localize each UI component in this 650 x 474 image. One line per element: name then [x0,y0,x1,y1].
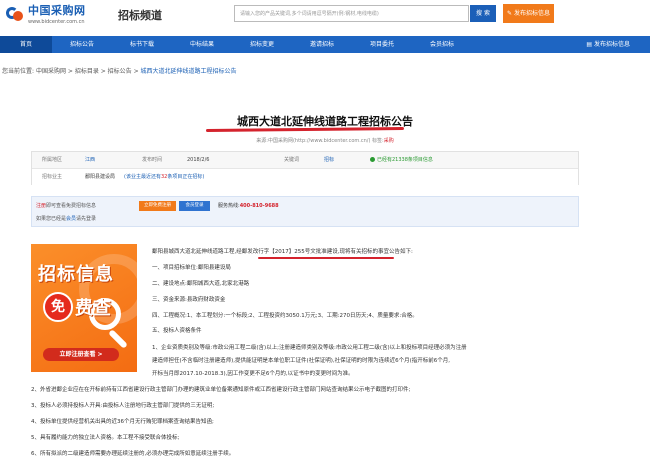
breadcrumb-prefix: 您当前位置: [2,68,35,75]
body-paragraph: 1、企业资质类别及等级:市政公用工程二级(含)以上;注册建造师类别及等级:市政公… [152,345,467,351]
nav-item-invite-tender[interactable]: 邀请招标 [292,36,352,53]
body-paragraph: 一、项目招标单位:鄱阳县建设局 [152,265,231,271]
body-paragraph: 开标当月即2017.10-2018.3),因工作变更不足6个月的,以证书中的变更… [152,371,354,377]
site-header: 中国采购网 www.bidcenter.com.cn 招标频道 请输入您的产品关… [0,0,650,32]
service-hotline: 服务热线:400-810-9688 [218,203,279,209]
nav-item-project-entrust[interactable]: 项目委托 [352,36,412,53]
search-input[interactable]: 请输入您的产品关键词,多个词请用逗号隔开(例:钢材,电线电缆) [234,5,469,22]
info-label-owner: 招标业主 [42,174,63,180]
banner-register-button[interactable]: 立即注册查看 > [43,348,119,361]
nav-item-tender-notice[interactable]: 招标公告 [52,36,112,53]
body-paragraph: 四、工程概况:1、本工程划分:一个标段;2、工程投资约3050.1万元;3、工期… [152,313,418,319]
breadcrumb-item[interactable]: 招标目录 [75,68,99,75]
member-login-prompt: 如果您已经是会员请先登录 [36,216,97,222]
breadcrumb-item[interactable]: 招标公告 [108,68,132,75]
info-row: 所属地区 江西 发布时间 2018/2/6 关键词 招标 已经有21338条项目… [32,152,578,169]
banner-subline: 费查 [75,298,111,319]
info-value-date: 2018/2/6 [187,157,210,163]
banner-free-badge: 免 [43,292,73,322]
body-paragraph: 二、建设地点:鄱阳城西大道,北家北港路 [152,281,250,287]
body-paragraph: 3、投标人必须持投标人开具:由投标人注册地行政主管部门提供的三无证明; [31,403,215,409]
breadcrumb-current: 城西大道北延伸线道路工程招标公告 [140,68,237,75]
logo-icon [4,5,26,23]
body-paragraph: 建造师担任(不含临时注册建造师),提供能证明是本单位职工证件(社保证明),社保证… [152,358,450,364]
article-source: 来源:中国采购网(http://www.bidcenter.com.cn/) 标… [256,138,394,144]
nav-item-home[interactable]: 首页 [0,36,52,53]
body-paragraph: 6、所有拟派的二级建造师需要办理延续注册的,必须办理完成所如意延续注册手续。 [31,451,235,457]
nav-item-award-results[interactable]: 中标结果 [172,36,232,53]
body-paragraph: 五、投标人资格条件 [152,328,202,334]
publish-icon: ▤ [586,41,594,48]
body-paragraph: 2、外省进鄱企业应在在开标前持有江西省建设行政主管部门办理的建筑业单位备案通知原… [31,387,411,393]
title-highlight-line [205,126,405,133]
publish-tender-button[interactable]: ✎ 发布招标信息 [503,4,554,23]
search-button[interactable]: 搜 索 [470,5,496,22]
body-paragraph: 三、资金来源:县政府财政资金 [152,297,226,303]
logo-name: 中国采购网 [28,4,86,17]
member-link[interactable]: 会员 [66,216,76,222]
body-paragraph: 4、投标单位提供经营机关出具的近36个月无行贿犯罪档案查询结果告知函; [31,419,214,425]
breadcrumb-item[interactable]: 中国采购网 [36,68,66,75]
logo-url: www.bidcenter.com.cn [28,19,85,25]
source-link[interactable]: 中国采购网(http://www.bidcenter.com.cn/) [268,138,370,144]
nav-item-member-tender[interactable]: 会员招标 [412,36,472,53]
register-link[interactable]: 注册 [36,203,46,209]
info-label-date: 发布时间 [142,157,163,163]
tender-info-table: 所属地区 江西 发布时间 2018/2/6 关键词 招标 已经有21338条项目… [31,151,579,186]
body-intro: 鄱阳县城西大道北延伸线道路工程,经鄱发改行字【2017】255号文批准建设,现将… [152,249,413,255]
info-label-region: 所属地区 [42,157,63,163]
nav-item-tender-changes[interactable]: 招标变更 [232,36,292,53]
member-login-button[interactable]: 会员登录 [179,201,210,211]
nav-item-bid-docs[interactable]: 标书下载 [112,36,172,53]
pencil-icon: ✎ [507,10,514,17]
banner-headline: 招标信息 [38,264,114,285]
channel-title: 招标频道 [118,9,162,22]
login-prompt-text: 注册即可查看免费招标信息 [36,203,97,209]
free-info-banner[interactable]: 招标信息 免 费查 立即注册查看 > [31,244,137,372]
nav-publish-link[interactable]: ▤ 发布招标信息 [586,36,630,53]
info-value-keyword[interactable]: 招标 [324,152,334,168]
check-dot-icon [370,156,375,162]
page-title: 城西大道北延伸线道路工程招标公告 [237,115,413,128]
info-value-region[interactable]: 江西 [85,152,95,168]
site-logo[interactable]: 中国采购网 www.bidcenter.com.cn [4,2,86,25]
info-project-count: 已经有21338条项目信息 [370,152,433,168]
body-paragraph: 5、具有履约能力的独立法人资格。本工程不接受联合体投标; [31,435,180,441]
approval-highlight-line [258,257,394,259]
owner-other-projects[interactable]: (该业主最近还有32条项目正在招标) [124,169,204,185]
info-value-owner: 鄱阳县建设局 [85,174,116,180]
login-prompt-box: 注册即可查看免费招标信息 立即免费注册 会员登录 服务热线:400-810-96… [31,196,579,227]
info-row: 招标业主 鄱阳县建设局 (该业主最近还有32条项目正在招标) [32,169,578,186]
info-label-keyword: 关键词 [284,157,300,163]
register-button[interactable]: 立即免费注册 [139,201,176,211]
main-nav: 首页 招标公告 标书下载 中标结果 招标变更 邀请招标 项目委托 会员招标 ▤ … [0,36,650,53]
source-tag[interactable]: 采购 [384,138,394,144]
breadcrumb: 您当前位置: 中国采购网 > 招标目录 > 招标公告 > 城西大道北延伸线道路工… [2,68,237,75]
